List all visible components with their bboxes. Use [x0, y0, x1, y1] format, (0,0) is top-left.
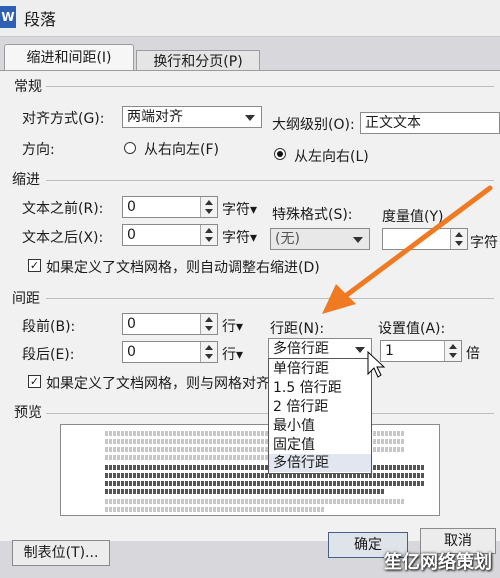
- chevron-down-icon: [245, 115, 255, 121]
- spacing-before-unit[interactable]: 行▾: [222, 316, 243, 336]
- preview-box: [60, 424, 440, 516]
- outline-select[interactable]: 正文文本: [360, 112, 500, 134]
- setting-value-input[interactable]: 1: [380, 340, 462, 362]
- spinner-icon[interactable]: [200, 225, 217, 245]
- ltr-label: 从左向右(L): [294, 149, 369, 165]
- spacing-after-value: 0: [127, 344, 136, 360]
- line-spacing-option-exact[interactable]: 固定值: [269, 436, 371, 454]
- line-spacing-option-1-5[interactable]: 1.5 倍行距: [269, 379, 371, 397]
- snap-to-grid-checkbox[interactable]: ✓: [28, 375, 41, 388]
- spacing-after-input[interactable]: 0: [122, 341, 218, 363]
- alignment-label: 对齐方式(G):: [22, 111, 105, 127]
- rtl-label: 从右向左(F): [144, 142, 219, 158]
- line-spacing-option-multiple[interactable]: 多倍行距: [269, 454, 371, 472]
- outline-label: 大纲级别(O):: [272, 117, 355, 133]
- tabs-button[interactable]: 制表位(T)...: [12, 540, 110, 566]
- auto-adjust-label: 如果定义了文档网格，则自动调整右缩进(D): [46, 260, 320, 276]
- line-spacing-dropdown-list: 单倍行距 1.5 倍行距 2 倍行距 最小值 固定值 多倍行距: [268, 358, 372, 474]
- line-spacing-option-at-least[interactable]: 最小值: [269, 417, 371, 435]
- tab-line-page-breaks[interactable]: 换行和分页(P): [136, 50, 260, 72]
- orange-arrow-icon: [322, 185, 493, 314]
- setting-value: 1: [385, 343, 394, 359]
- spinner-icon[interactable]: [200, 342, 217, 362]
- watermark: 笙亿网络策划: [384, 552, 492, 573]
- mouse-cursor-icon: [367, 350, 386, 378]
- section-indent-heading: 缩进: [12, 172, 40, 188]
- setting-unit: 倍: [466, 346, 480, 362]
- section-divider: [46, 86, 494, 87]
- spinner-icon[interactable]: [200, 197, 217, 217]
- alignment-value: 两端对齐: [127, 109, 183, 125]
- indent-before-input[interactable]: 0: [122, 196, 218, 218]
- direction-label: 方向:: [22, 142, 55, 158]
- indent-after-input[interactable]: 0: [122, 224, 218, 246]
- line-spacing-option-double[interactable]: 2 倍行距: [269, 398, 371, 416]
- chevron-down-icon: [355, 347, 365, 353]
- section-general-heading: 常规: [14, 79, 42, 95]
- indent-after-value: 0: [127, 227, 136, 243]
- indent-before-unit[interactable]: 字符▾: [222, 199, 257, 219]
- spinner-icon[interactable]: [200, 314, 217, 334]
- spacing-before-label: 段前(B):: [22, 319, 76, 335]
- indent-after-unit[interactable]: 字符▾: [222, 227, 257, 247]
- tab-indent-spacing[interactable]: 缩进和间距(I): [4, 44, 134, 70]
- line-spacing-select[interactable]: 多倍行距: [268, 338, 372, 360]
- line-spacing-option-single[interactable]: 单倍行距: [269, 360, 371, 378]
- spacing-after-unit[interactable]: 行▾: [222, 344, 243, 364]
- radio-ltr[interactable]: [274, 148, 286, 160]
- window-title: 段落: [24, 10, 57, 29]
- section-preview-heading: 预览: [14, 405, 42, 421]
- app-icon: W: [0, 6, 16, 28]
- special-format-value: (无): [275, 231, 300, 247]
- snap-to-grid-label: 如果定义了文档网格，则与网格对齐: [46, 376, 270, 392]
- title-bar: W 段落: [0, 0, 500, 37]
- indent-before-value: 0: [127, 199, 136, 215]
- spacing-after-label: 段后(E):: [22, 347, 75, 363]
- outline-value: 正文文本: [365, 115, 421, 131]
- spacing-before-input[interactable]: 0: [122, 313, 218, 335]
- indent-after-label: 文本之后(X):: [22, 230, 104, 246]
- spinner-icon[interactable]: [444, 341, 461, 361]
- radio-rtl[interactable]: [124, 142, 136, 154]
- spacing-before-value: 0: [127, 316, 136, 332]
- section-spacing-heading: 间距: [12, 291, 40, 307]
- auto-adjust-checkbox[interactable]: ✓: [28, 259, 41, 272]
- line-spacing-value: 多倍行距: [273, 341, 329, 357]
- alignment-select[interactable]: 两端对齐: [122, 106, 262, 128]
- indent-before-label: 文本之前(R):: [22, 201, 104, 217]
